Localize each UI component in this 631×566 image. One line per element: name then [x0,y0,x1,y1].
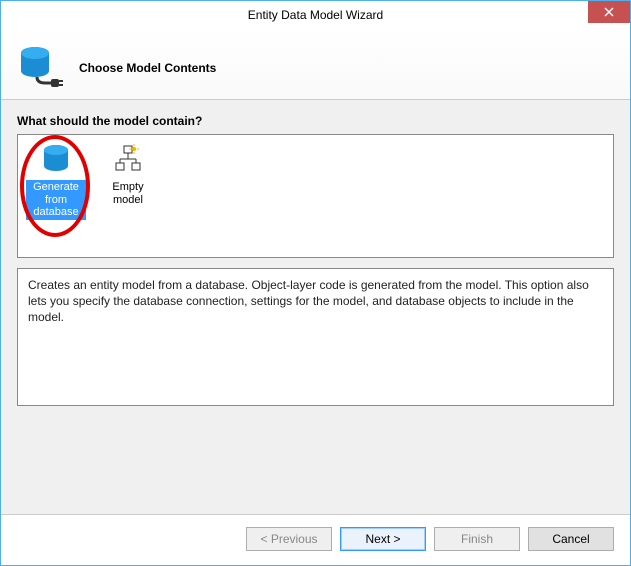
option-label-line: database [33,206,78,218]
close-icon [604,7,614,17]
model-diagram-icon [98,141,158,177]
cancel-button[interactable]: Cancel [528,527,614,551]
next-button[interactable]: Next > [340,527,426,551]
previous-button: < Previous [246,527,332,551]
wizard-content: What should the model contain? Generate … [1,100,630,514]
header-subtitle: Choose Model Contents [79,61,216,75]
option-label-line: from [45,194,67,206]
close-button[interactable] [588,1,630,23]
option-description: Creates an entity model from a database.… [17,268,614,406]
option-label: Empty model [98,180,158,207]
wizard-window: Entity Data Model Wizard Choose Model Co… [0,0,631,566]
window-title: Entity Data Model Wizard [248,8,383,22]
option-generate-from-database[interactable]: Generate from database [26,141,86,251]
section-label: What should the model contain? [17,114,614,128]
option-empty-model[interactable]: Empty model [98,141,158,251]
database-plug-icon [17,43,63,93]
wizard-header: Choose Model Contents [1,29,630,100]
model-options: Generate from database [17,134,614,258]
finish-button: Finish [434,527,520,551]
wizard-footer: < Previous Next > Finish Cancel [1,514,630,565]
option-label-line: Generate [33,181,79,193]
titlebar: Entity Data Model Wizard [1,1,630,29]
database-icon [26,141,86,177]
